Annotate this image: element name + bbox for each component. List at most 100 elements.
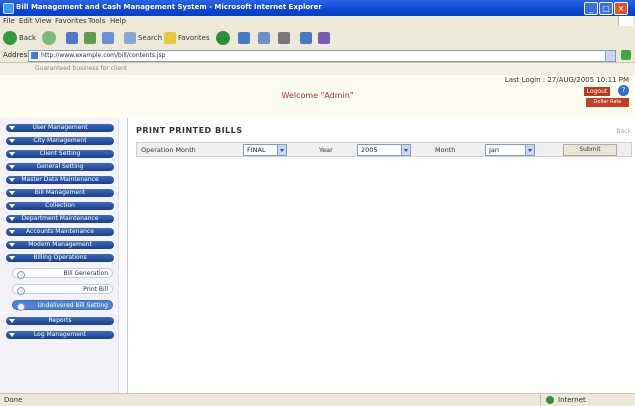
year-label: Year — [319, 146, 333, 154]
submit-button[interactable]: Submit — [563, 144, 617, 156]
chevron-down-icon — [9, 178, 15, 182]
home-icon[interactable] — [102, 32, 114, 44]
sidebar: User Management City Management Client S… — [0, 118, 128, 393]
page-content: Guaranteed business for client Last Logi… — [0, 63, 635, 393]
back-label[interactable]: Back — [19, 34, 36, 42]
windows-logo-icon — [618, 16, 633, 26]
sidebar-item-modem[interactable]: Modem Management — [6, 241, 114, 249]
app-header: Guaranteed business for client Last Logi… — [0, 63, 635, 119]
zone-label: Internet — [558, 396, 586, 404]
chevron-down-icon[interactable] — [401, 145, 410, 155]
favorites-star-icon[interactable] — [164, 32, 176, 44]
window-title: Bill Management and Cash Management Syst… — [16, 3, 322, 11]
chevron-down-icon[interactable] — [277, 145, 286, 155]
main-panel: PRINT PRINTED BILLS Back Operation Month… — [128, 118, 635, 393]
operation-value: FINAL — [247, 146, 266, 154]
sidebar-scrollbar[interactable] — [118, 118, 127, 393]
print-icon[interactable] — [278, 32, 290, 44]
favorites-label[interactable]: Favorites — [178, 34, 210, 42]
logout-button[interactable]: Logout — [584, 87, 610, 96]
operation-select[interactable]: FINAL — [243, 144, 287, 156]
year-select[interactable]: 2005 — [357, 144, 411, 156]
status-text: Done — [4, 396, 23, 404]
back-link[interactable]: Back — [616, 128, 631, 135]
sidebar-subitem-undelivered[interactable]: Undelivered Bill Setting — [12, 300, 113, 311]
status-divider — [540, 395, 541, 405]
dollar-rate-button[interactable]: Dollar Rate — [586, 98, 629, 107]
sidebar-item-label: User Management — [32, 124, 88, 131]
chevron-down-icon — [9, 139, 15, 143]
menu-favorites[interactable]: Favorites — [55, 17, 87, 25]
sidebar-item-billing-operations[interactable]: Billing Operations — [6, 254, 114, 262]
bullet-icon — [17, 303, 25, 311]
search-label[interactable]: Search — [138, 34, 162, 42]
chevron-down-icon — [9, 152, 15, 156]
sidebar-item-label: Accounts Maintenance — [26, 228, 94, 235]
sidebar-subitem-label: Undelivered Bill Setting — [37, 302, 108, 309]
sidebar-subitem-bill-generation[interactable]: Bill Generation — [12, 268, 113, 279]
menu-help[interactable]: Help — [110, 17, 126, 25]
chevron-down-icon — [9, 256, 15, 260]
messenger-icon[interactable] — [318, 32, 330, 44]
sidebar-item-department[interactable]: Department Maintenance — [6, 215, 114, 223]
forward-arrow-icon[interactable] — [42, 31, 56, 45]
sidebar-item-log-management[interactable]: Log Management — [6, 331, 114, 339]
sidebar-item-collection[interactable]: Collection — [6, 202, 114, 210]
sidebar-item-accounts[interactable]: Accounts Maintenance — [6, 228, 114, 236]
page-title: PRINT PRINTED BILLS — [136, 126, 243, 135]
refresh-icon[interactable] — [84, 32, 96, 44]
month-select[interactable]: Jan — [485, 144, 535, 156]
sidebar-item-bill-management[interactable]: Bill Management — [6, 189, 114, 197]
address-input[interactable]: http://www.example.com/bill/contents.jsp — [28, 50, 616, 62]
sidebar-item-label: Client Setting — [39, 150, 81, 157]
sidebar-item-city-management[interactable]: City Management — [6, 137, 114, 145]
go-button[interactable] — [621, 50, 631, 60]
sidebar-item-client-setting[interactable]: Client Setting — [6, 150, 114, 158]
chevron-down-icon — [9, 217, 15, 221]
address-dropdown[interactable] — [605, 51, 615, 61]
sidebar-item-user-management[interactable]: User Management — [6, 124, 114, 132]
chevron-down-icon — [9, 165, 15, 169]
history-icon[interactable] — [238, 32, 250, 44]
chevron-down-icon — [9, 126, 15, 130]
status-bar: Done Internet — [0, 393, 635, 406]
chevron-down-icon[interactable] — [525, 145, 534, 155]
bullet-icon — [17, 287, 25, 295]
address-label: Address — [3, 51, 31, 59]
address-url[interactable]: http://www.example.com/bill/contents.jsp — [41, 52, 165, 59]
sidebar-item-label: Bill Management — [34, 189, 86, 196]
menu-file[interactable]: File — [3, 17, 15, 25]
chevron-down-icon — [9, 333, 15, 337]
edit-icon[interactable] — [300, 32, 312, 44]
internet-zone-icon — [546, 396, 554, 404]
sidebar-subitem-print-bill[interactable]: Print Bill — [12, 284, 113, 295]
year-value: 2005 — [361, 146, 378, 154]
sidebar-item-master-data[interactable]: Master Data Maintenance — [6, 176, 114, 184]
window-titlebar: Bill Management and Cash Management Syst… — [0, 0, 635, 16]
page-icon — [31, 52, 38, 59]
sidebar-subitem-label: Bill Generation — [63, 270, 109, 277]
back-arrow-icon[interactable] — [3, 31, 17, 45]
maximize-button[interactable]: □ — [599, 2, 613, 15]
sidebar-item-label: City Management — [33, 137, 87, 144]
sidebar-item-general-setting[interactable]: General Setting — [6, 163, 114, 171]
welcome-message: Welcome "Admin" — [281, 91, 354, 100]
close-button[interactable]: × — [614, 2, 628, 15]
header-info: Guaranteed business for client — [35, 65, 128, 72]
menu-tools[interactable]: Tools — [88, 17, 105, 25]
sidebar-item-label: Master Data Maintenance — [21, 176, 99, 183]
chevron-down-icon — [9, 319, 15, 323]
sidebar-item-reports[interactable]: Reports — [6, 317, 114, 325]
sidebar-item-label: General Setting — [36, 163, 84, 170]
help-icon[interactable]: ? — [618, 85, 629, 96]
chevron-down-icon — [9, 243, 15, 247]
menu-edit[interactable]: Edit — [19, 17, 33, 25]
chevron-down-icon — [9, 230, 15, 234]
minimize-button[interactable]: _ — [584, 2, 598, 15]
search-icon[interactable] — [124, 32, 136, 44]
stop-icon[interactable] — [66, 32, 78, 44]
sidebar-item-label: Collection — [45, 202, 75, 209]
mail-icon[interactable] — [258, 32, 270, 44]
media-icon[interactable] — [216, 31, 230, 45]
menu-view[interactable]: View — [35, 17, 52, 25]
